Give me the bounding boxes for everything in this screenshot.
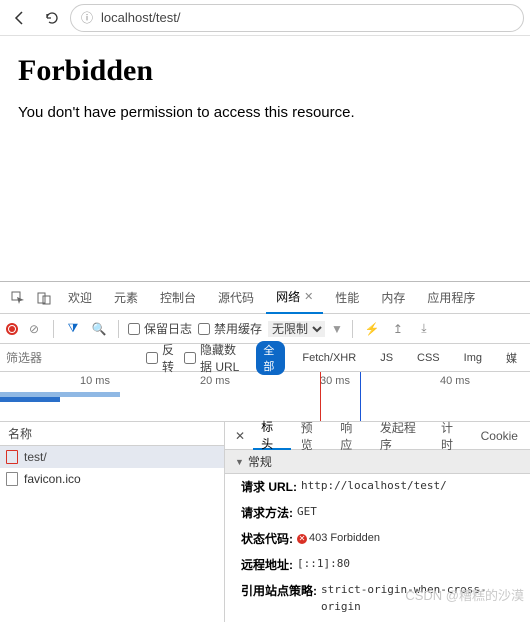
disable-cache-checkbox[interactable]: 禁用缓存 (198, 320, 262, 337)
tab-response[interactable]: 响应 (332, 422, 370, 450)
tab-timing[interactable]: 计时 (433, 422, 471, 450)
page-message: You don't have permission to access this… (18, 104, 512, 121)
status-code-row: 状态代码:✕403 Forbidden (225, 526, 530, 552)
search-icon[interactable]: 🔍 (89, 322, 109, 336)
wifi-icon[interactable]: ⚡ (362, 322, 382, 336)
tab-sources[interactable]: 源代码 (208, 282, 264, 314)
preserve-log-checkbox[interactable]: 保留日志 (128, 320, 192, 337)
record-button[interactable] (6, 323, 18, 335)
filter-img[interactable]: Img (457, 351, 489, 365)
filter-all[interactable]: 全部 (256, 341, 285, 375)
hide-data-urls-checkbox[interactable]: 隐藏数据 URL (184, 341, 246, 375)
browser-toolbar: ⓘ (0, 0, 530, 36)
error-status-icon: ✕ (297, 534, 307, 544)
timeline[interactable]: 10 ms 20 ms 30 ms 40 ms (0, 372, 530, 422)
request-row[interactable]: test/ (0, 446, 224, 468)
reload-button[interactable] (38, 4, 66, 32)
tab-elements[interactable]: 元素 (104, 282, 148, 314)
filter-media[interactable]: 媒 (499, 349, 524, 367)
timeline-tick: 20 ms (200, 375, 230, 387)
referrer-policy-row: 引用站点策略:strict-origin-when-cross-origin (225, 578, 530, 619)
general-section[interactable]: ▼常规 (225, 450, 530, 474)
filter-bar: 反转 隐藏数据 URL 全部 Fetch/XHR JS CSS Img 媒 (0, 344, 530, 372)
tab-preview[interactable]: 预览 (293, 422, 331, 450)
tab-headers[interactable]: 标头 (253, 422, 291, 450)
tab-memory[interactable]: 内存 (371, 282, 415, 314)
tab-network[interactable]: 网络✕ (266, 282, 323, 314)
devtools-tabs: 欢迎 元素 控制台 源代码 网络✕ 性能 内存 应用程序 (0, 282, 530, 314)
request-detail: ✕ 标头 预览 响应 发起程序 计时 Cookie ▼常规 请求 URL:htt… (225, 422, 530, 622)
filter-input[interactable] (6, 351, 126, 365)
page-content: Forbidden You don't have permission to a… (0, 36, 530, 281)
request-url-row: 请求 URL:http://localhost/test/ (225, 474, 530, 500)
network-toolbar: ⊘ ⧩ 🔍 保留日志 禁用缓存 无限制 ▼ ⚡ ↥ ⤓ (0, 314, 530, 344)
network-grid: 名称 test/ favicon.ico ✕ 标头 预览 响应 发起程序 计时 … (0, 422, 530, 622)
tab-application[interactable]: 应用程序 (417, 282, 485, 314)
detail-tabs: ✕ 标头 预览 响应 发起程序 计时 Cookie (225, 422, 530, 450)
tab-cookies[interactable]: Cookie (473, 422, 526, 450)
invert-checkbox[interactable]: 反转 (146, 341, 174, 375)
request-list: 名称 test/ favicon.ico (0, 422, 225, 622)
file-icon (6, 450, 18, 464)
tab-initiator[interactable]: 发起程序 (372, 422, 431, 450)
filter-fetch[interactable]: Fetch/XHR (295, 351, 363, 365)
download-icon[interactable]: ⤓ (414, 321, 434, 336)
upload-icon[interactable]: ↥ (388, 322, 408, 336)
devtools-panel: 欢迎 元素 控制台 源代码 网络✕ 性能 内存 应用程序 ⊘ ⧩ 🔍 保留日志 … (0, 281, 530, 622)
timeline-tick: 40 ms (440, 375, 470, 387)
remote-address-row: 远程地址:[::1]:80 (225, 552, 530, 578)
url-input[interactable] (101, 10, 513, 25)
name-column-header[interactable]: 名称 (0, 422, 224, 446)
inspect-icon[interactable] (6, 286, 30, 310)
request-row[interactable]: favicon.ico (0, 468, 224, 490)
info-icon: ⓘ (81, 9, 93, 26)
tab-console[interactable]: 控制台 (150, 282, 206, 314)
back-button[interactable] (6, 4, 34, 32)
tab-welcome[interactable]: 欢迎 (58, 282, 102, 314)
filter-icon[interactable]: ⧩ (63, 321, 83, 336)
device-icon[interactable] (32, 286, 56, 310)
page-heading: Forbidden (18, 54, 512, 88)
timeline-tick: 10 ms (80, 375, 110, 387)
tab-performance[interactable]: 性能 (325, 282, 369, 314)
close-detail-button[interactable]: ✕ (229, 422, 251, 450)
throttling-select[interactable]: 无限制 (268, 321, 325, 337)
file-icon (6, 472, 18, 486)
timeline-tick: 30 ms (320, 375, 350, 387)
address-bar[interactable]: ⓘ (70, 4, 524, 32)
filter-js[interactable]: JS (373, 351, 400, 365)
request-method-row: 请求方法:GET (225, 500, 530, 526)
filter-css[interactable]: CSS (410, 351, 447, 365)
clear-icon[interactable]: ⊘ (24, 322, 44, 336)
close-icon[interactable]: ✕ (304, 290, 313, 303)
